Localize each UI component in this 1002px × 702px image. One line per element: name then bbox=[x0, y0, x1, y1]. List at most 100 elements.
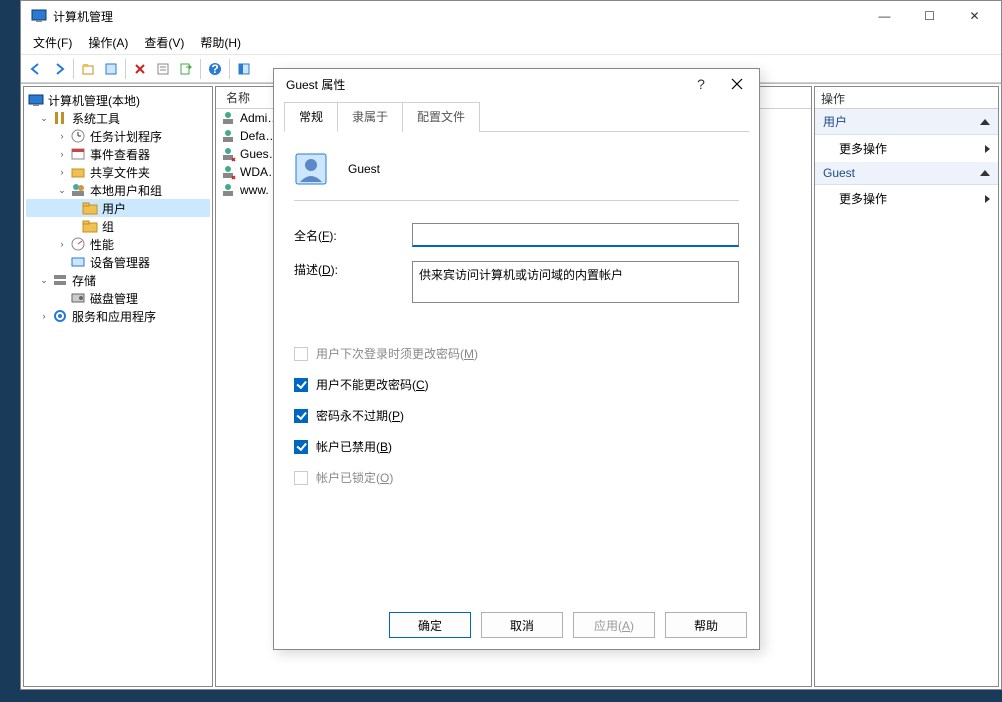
dialog-help-button[interactable]: ? bbox=[683, 70, 719, 98]
folder-icon bbox=[82, 200, 98, 216]
twister-closed-icon[interactable]: › bbox=[56, 238, 68, 250]
tree-performance[interactable]: › 性能 bbox=[26, 235, 210, 253]
menu-view[interactable]: 查看(V) bbox=[136, 32, 192, 53]
properties-button[interactable] bbox=[100, 58, 122, 80]
checkbox-checked-icon[interactable] bbox=[294, 378, 308, 392]
navigation-tree[interactable]: 计算机管理(本地) ⌄ 系统工具 › 任务计划程序 › 事件查看器 bbox=[23, 86, 213, 687]
checkbox-icon bbox=[294, 471, 308, 485]
delete-button[interactable] bbox=[129, 58, 151, 80]
checkbox-checked-icon[interactable] bbox=[294, 409, 308, 423]
twister-open-icon[interactable]: ⌄ bbox=[38, 274, 50, 286]
disk-icon bbox=[70, 290, 86, 306]
window-title: 计算机管理 bbox=[53, 8, 862, 25]
up-button[interactable] bbox=[77, 58, 99, 80]
user-icon bbox=[220, 182, 236, 198]
actions-more-users[interactable]: 更多操作 bbox=[815, 135, 998, 162]
tree-devicemanager[interactable]: 设备管理器 bbox=[26, 253, 210, 271]
show-hide-button[interactable] bbox=[233, 58, 255, 80]
actions-section-users[interactable]: 用户 bbox=[815, 109, 998, 135]
description-input[interactable] bbox=[412, 261, 739, 303]
dialog-title: Guest 属性 bbox=[286, 76, 683, 93]
menu-action[interactable]: 操作(A) bbox=[80, 32, 136, 53]
device-icon bbox=[70, 254, 86, 270]
tree-root[interactable]: 计算机管理(本地) bbox=[26, 91, 210, 109]
user-icon bbox=[220, 128, 236, 144]
titlebar[interactable]: 计算机管理 — ☐ ✕ bbox=[21, 1, 1001, 31]
tree-groups[interactable]: 组 bbox=[26, 217, 210, 235]
share-icon bbox=[70, 164, 86, 180]
ok-button[interactable]: 确定 bbox=[389, 612, 471, 638]
checkbox-disabled[interactable]: 帐户已禁用(B) bbox=[294, 438, 739, 455]
tab-profile[interactable]: 配置文件 bbox=[402, 102, 480, 132]
help-button[interactable]: 帮助 bbox=[665, 612, 747, 638]
apply-button[interactable]: 应用(A) bbox=[573, 612, 655, 638]
description-label: 描述(D): bbox=[294, 261, 412, 278]
submenu-icon bbox=[985, 195, 990, 203]
twister-closed-icon[interactable]: › bbox=[56, 148, 68, 160]
tree-sharedfolders[interactable]: › 共享文件夹 bbox=[26, 163, 210, 181]
export-button[interactable] bbox=[175, 58, 197, 80]
dialog-footer: 确定 取消 应用(A) 帮助 bbox=[274, 601, 759, 649]
tree-eventviewer[interactable]: › 事件查看器 bbox=[26, 145, 210, 163]
tree-scheduler[interactable]: › 任务计划程序 bbox=[26, 127, 210, 145]
column-name[interactable]: 名称 bbox=[220, 87, 256, 108]
checkbox-cannotchange[interactable]: 用户不能更改密码(C) bbox=[294, 376, 739, 393]
checkbox-neverexpire[interactable]: 密码永不过期(P) bbox=[294, 407, 739, 424]
collapse-icon bbox=[980, 170, 990, 176]
guest-properties-dialog: Guest 属性 ? 常规 隶属于 配置文件 Guest 全名(F): 描述(D… bbox=[273, 68, 760, 650]
tree-users[interactable]: 用户 bbox=[26, 199, 210, 217]
tab-page-general: Guest 全名(F): 描述(D): 用户下次登录时须更改密码(M) 用户不能… bbox=[284, 131, 749, 601]
twister-closed-icon[interactable]: › bbox=[56, 130, 68, 142]
twister-closed-icon[interactable]: › bbox=[56, 166, 68, 178]
users-icon bbox=[70, 182, 86, 198]
collapse-icon bbox=[980, 119, 990, 125]
tree-services[interactable]: › 服务和应用程序 bbox=[26, 307, 210, 325]
user-icon bbox=[220, 110, 236, 126]
services-icon bbox=[52, 308, 68, 324]
storage-icon bbox=[52, 272, 68, 288]
help-button[interactable]: ? bbox=[204, 58, 226, 80]
user-disabled-icon bbox=[220, 164, 236, 180]
dialog-close-button[interactable] bbox=[719, 70, 755, 98]
options-button[interactable] bbox=[152, 58, 174, 80]
menu-help[interactable]: 帮助(H) bbox=[192, 32, 249, 53]
twister-open-icon[interactable]: ⌄ bbox=[38, 112, 50, 124]
tab-strip: 常规 隶属于 配置文件 bbox=[276, 101, 757, 131]
checkbox-mustchange: 用户下次登录时须更改密码(M) bbox=[294, 345, 739, 362]
tree-systools[interactable]: ⌄ 系统工具 bbox=[26, 109, 210, 127]
user-name-display: Guest bbox=[348, 162, 380, 176]
menu-file[interactable]: 文件(F) bbox=[25, 32, 80, 53]
menubar: 文件(F) 操作(A) 查看(V) 帮助(H) bbox=[21, 31, 1001, 55]
event-icon bbox=[70, 146, 86, 162]
tab-general[interactable]: 常规 bbox=[284, 102, 338, 132]
minimize-button[interactable]: — bbox=[862, 2, 907, 30]
twister-closed-icon[interactable]: › bbox=[38, 310, 50, 322]
clock-icon bbox=[70, 128, 86, 144]
tree-diskmanagement[interactable]: 磁盘管理 bbox=[26, 289, 210, 307]
folder-icon bbox=[82, 218, 98, 234]
actions-title: 操作 bbox=[815, 87, 998, 109]
actions-more-guest[interactable]: 更多操作 bbox=[815, 185, 998, 212]
fullname-label: 全名(F): bbox=[294, 227, 412, 244]
forward-button[interactable] bbox=[48, 58, 70, 80]
performance-icon bbox=[70, 236, 86, 252]
app-icon bbox=[31, 8, 47, 24]
actions-section-guest[interactable]: Guest bbox=[815, 162, 998, 185]
checkbox-icon bbox=[294, 347, 308, 361]
user-large-icon bbox=[294, 152, 328, 186]
cancel-button[interactable]: 取消 bbox=[481, 612, 563, 638]
tree-storage[interactable]: ⌄ 存储 bbox=[26, 271, 210, 289]
checkbox-checked-icon[interactable] bbox=[294, 440, 308, 454]
submenu-icon bbox=[985, 145, 990, 153]
tab-memberof[interactable]: 隶属于 bbox=[337, 102, 403, 132]
twister-open-icon[interactable]: ⌄ bbox=[56, 184, 68, 196]
computer-icon bbox=[28, 92, 44, 108]
svg-text:?: ? bbox=[211, 62, 218, 76]
maximize-button[interactable]: ☐ bbox=[907, 2, 952, 30]
back-button[interactable] bbox=[25, 58, 47, 80]
tree-localusersgroups[interactable]: ⌄ 本地用户和组 bbox=[26, 181, 210, 199]
dialog-titlebar[interactable]: Guest 属性 ? bbox=[274, 69, 759, 99]
checkbox-locked: 帐户已锁定(O) bbox=[294, 469, 739, 486]
close-button[interactable]: ✕ bbox=[952, 2, 997, 30]
fullname-input[interactable] bbox=[412, 223, 739, 247]
